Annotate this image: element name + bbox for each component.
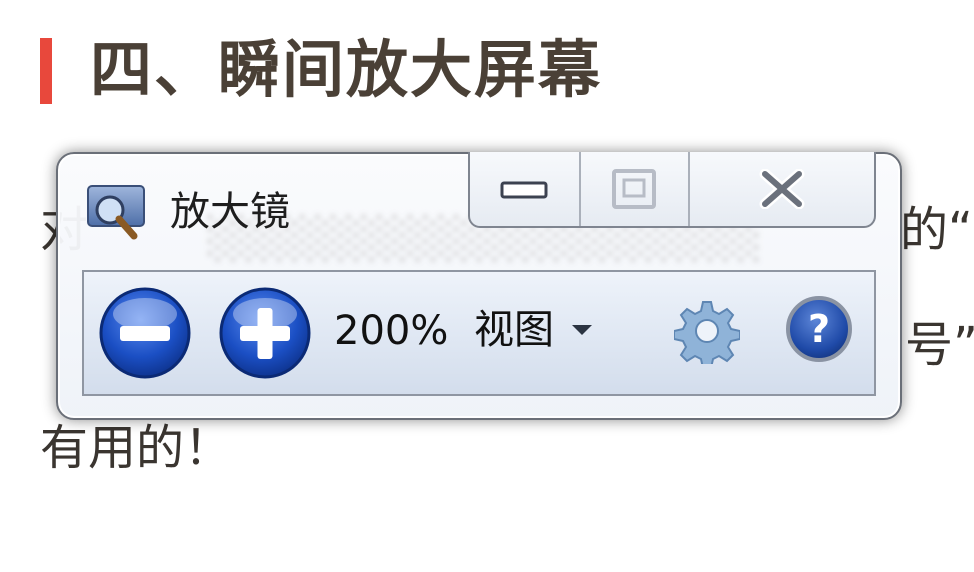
heading-accent-bar: [40, 38, 52, 104]
zoom-level-display: 200%: [334, 308, 449, 354]
views-menu-label: 视图: [474, 307, 554, 353]
maximize-button[interactable]: [578, 152, 688, 226]
close-button[interactable]: [687, 152, 874, 226]
body-text-line-1-end: 的“: [900, 202, 973, 258]
help-icon: ?: [786, 296, 852, 362]
body-text-line-3: 有用的！: [40, 420, 233, 476]
help-button[interactable]: ?: [784, 294, 854, 364]
caption-buttons: [468, 152, 876, 228]
zoom-in-button[interactable]: [218, 286, 312, 380]
body-text-line-2-end: 号”: [905, 317, 974, 373]
zoom-in-icon: [219, 287, 311, 379]
caret-down-icon: [572, 325, 592, 335]
magnifier-toolbar: 200% 视图 ?: [82, 270, 876, 396]
svg-text:?: ?: [808, 307, 830, 351]
zoom-out-button[interactable]: [98, 286, 192, 380]
page-heading: 四、瞬间放大屏幕: [90, 33, 603, 106]
maximize-icon: [612, 169, 657, 209]
views-menu[interactable]: 视图: [474, 302, 592, 358]
magnifier-window[interactable]: ░░░░░░░░░░░░░░░░░░ 放大镜 200% 视图 ?: [56, 152, 902, 420]
close-icon: [759, 169, 805, 209]
zoom-out-icon: [99, 287, 191, 379]
window-title: 放大镜: [170, 189, 290, 235]
magnifier-icon: [86, 184, 146, 240]
gear-icon: [673, 301, 741, 369]
minimize-icon: [500, 181, 548, 199]
options-button[interactable]: [673, 298, 741, 369]
minimize-button[interactable]: [470, 152, 579, 226]
